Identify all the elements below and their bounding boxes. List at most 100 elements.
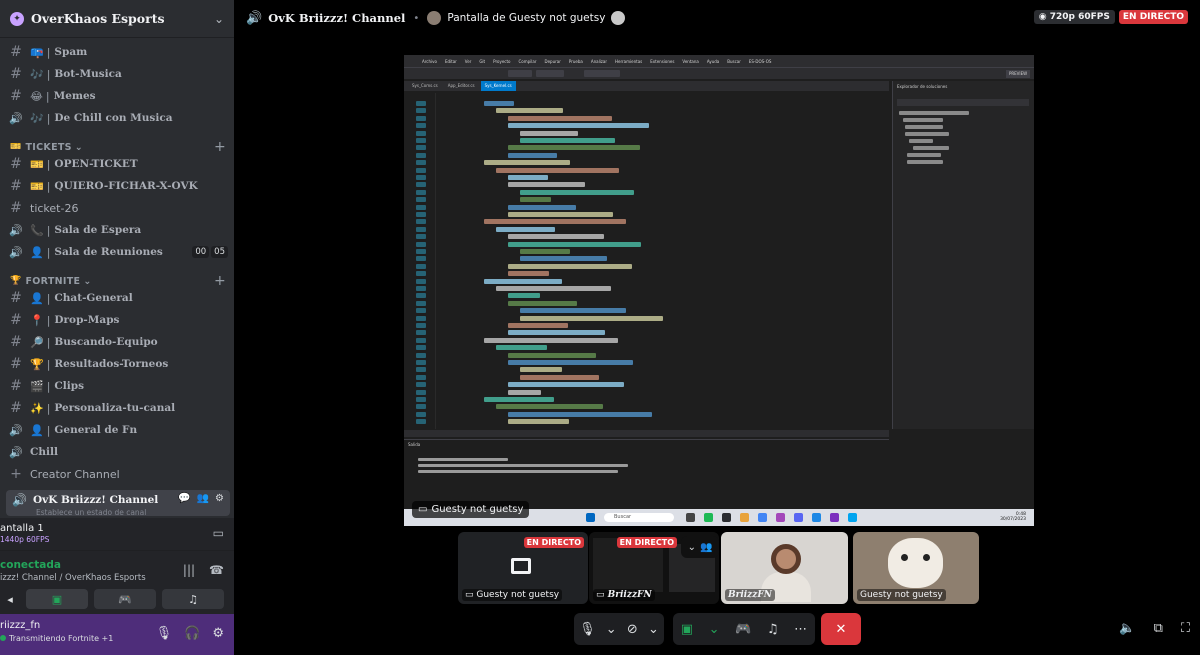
code-line bbox=[520, 308, 626, 314]
vs-menu-item: Proyecto bbox=[493, 58, 511, 64]
chevron-down-icon[interactable]: ⌄ bbox=[648, 622, 659, 637]
line-number bbox=[416, 263, 426, 269]
gear-icon[interactable]: ⚙ bbox=[215, 493, 224, 504]
soundboard-icon[interactable]: ♫ bbox=[767, 622, 779, 637]
solution-explorer: Explorador de soluciones bbox=[892, 81, 1034, 429]
channel-item[interactable]: # 🏆 | Resultados-Torneos bbox=[8, 354, 228, 374]
channel-item[interactable]: # 📍 | Drop-Maps bbox=[8, 310, 228, 330]
channel-item[interactable]: # ✨ | Personaliza-tu-canal bbox=[8, 398, 228, 418]
channel-item[interactable]: # 🔎 | Buscando-Equipo bbox=[8, 332, 228, 352]
fullscreen-icon[interactable]: ⛶ bbox=[1181, 621, 1190, 636]
chevron-down-icon[interactable]: ⌄ bbox=[688, 542, 696, 553]
plus-icon[interactable]: + bbox=[214, 139, 226, 155]
channel-status[interactable]: Establece un estado de canal bbox=[36, 508, 224, 517]
channel-item[interactable]: # 📪 | Spam bbox=[8, 42, 228, 62]
gear-icon[interactable]: ⚙ bbox=[212, 626, 224, 641]
line-number bbox=[416, 330, 426, 336]
share-screen-button[interactable]: ▣ bbox=[26, 589, 88, 609]
activity-icon[interactable]: 🎮 bbox=[735, 622, 751, 637]
channel-item[interactable]: 🔊 👤 | General de Fn bbox=[8, 420, 228, 440]
channel-emoji-icon: 😂 bbox=[30, 89, 43, 103]
channel-separator: | bbox=[46, 157, 51, 171]
channel-item[interactable]: 🔊 👤 | Sala de Reuniones 00 05 bbox=[8, 242, 228, 262]
server-header[interactable]: ✦ OverKhaos Esports ⌄ bbox=[0, 0, 234, 38]
line-number bbox=[416, 189, 426, 195]
plus-icon[interactable]: + bbox=[214, 273, 226, 289]
user-name[interactable]: riizzz_fn bbox=[0, 620, 40, 631]
line-number bbox=[416, 300, 426, 306]
more-icon[interactable]: ⋯ bbox=[794, 622, 807, 637]
line-number bbox=[416, 374, 426, 380]
stop-stream-icon[interactable]: ▭ bbox=[213, 526, 224, 540]
avatar-eye bbox=[923, 554, 930, 561]
code-line bbox=[496, 404, 603, 410]
channel-item[interactable]: # 🎬 | Clips bbox=[8, 376, 228, 396]
active-voice-channel[interactable]: 🔊 OvK Briizzz! Channel 💬 👥 ⚙ Establece un… bbox=[6, 490, 230, 517]
code-line bbox=[508, 330, 605, 336]
channel-item[interactable]: 🔊 Chill bbox=[8, 442, 228, 462]
category-label: TICKETS bbox=[25, 141, 72, 153]
chevron-down-icon[interactable]: ⌄ bbox=[606, 622, 617, 637]
channel-separator: | bbox=[46, 401, 51, 415]
add-member-icon[interactable]: 👥 bbox=[197, 493, 209, 504]
channel-emoji-icon: 🎬 bbox=[30, 379, 44, 393]
volume-icon[interactable]: 🔈 bbox=[1119, 621, 1135, 636]
speaker-icon: 🔊 bbox=[12, 493, 27, 507]
chevron-down-icon: ⌄ bbox=[213, 11, 224, 26]
microphone-icon[interactable]: 🎙 bbox=[156, 626, 173, 641]
popout-icon[interactable]: ⧉ bbox=[1154, 621, 1163, 636]
channel-label: Resultados-Torneos bbox=[54, 358, 169, 370]
channel-item[interactable]: # ticket-26 bbox=[8, 198, 228, 218]
tile-controls[interactable]: ⌄ 👥 bbox=[681, 536, 719, 558]
channel-item[interactable]: 🔊 📞 | Sala de Espera bbox=[8, 220, 228, 240]
end-stream-button[interactable]: ✕ bbox=[821, 613, 861, 645]
voice-connected-label[interactable]: conectada bbox=[0, 559, 61, 571]
participant-tile[interactable]: Guesty not guetsy bbox=[853, 532, 979, 604]
channel-item[interactable]: # 👤 | Chat-General bbox=[8, 288, 228, 308]
output-panel: Salida bbox=[404, 439, 889, 509]
channel-item[interactable]: + Creator Channel bbox=[8, 464, 228, 484]
channel-item[interactable]: # 🎫 | QUIERO-FICHAR-X-OVK bbox=[8, 176, 228, 196]
chevron-down-icon[interactable]: ⌄ bbox=[709, 622, 720, 637]
channel-separator: | bbox=[46, 335, 51, 349]
code-line bbox=[496, 345, 547, 351]
soundboard-button[interactable]: ♫ bbox=[162, 589, 224, 609]
share-activity-group: ▣ ⌄ 🎮 ♫ ⋯ bbox=[673, 613, 815, 645]
channel-item[interactable]: # 🎫 | OPEN-TICKET bbox=[8, 154, 228, 174]
headphones-icon[interactable]: 🎧 bbox=[184, 626, 200, 641]
users-icon[interactable]: 👥 bbox=[700, 542, 712, 553]
badge-value: 05 bbox=[211, 246, 228, 258]
channel-item[interactable]: # 🎶 | Bot-Musica bbox=[8, 64, 228, 84]
server-name: OverKhaos Esports bbox=[31, 11, 165, 26]
participant-tile[interactable]: EN DIRECTO ⌄ 👥 ▭ BriizzFN bbox=[589, 532, 719, 604]
tile-label: Guesty not guetsy bbox=[857, 589, 946, 601]
code-line bbox=[508, 411, 652, 417]
output-title: Salida bbox=[408, 442, 421, 447]
channel-separator: | bbox=[46, 45, 51, 59]
camera-off-icon[interactable]: ⊘ bbox=[627, 622, 638, 637]
participant-tile[interactable]: EN DIRECTO ▭ Guesty not guetsy bbox=[458, 532, 588, 604]
line-number bbox=[416, 160, 426, 166]
noise-suppression-icon[interactable]: ||| bbox=[183, 563, 195, 577]
active-channel-name: OvK Briizzz! Channel bbox=[32, 494, 159, 506]
category-label: FORTNITE bbox=[25, 275, 81, 287]
activity-button[interactable]: 🎮 bbox=[94, 589, 156, 609]
channel-separator: | bbox=[46, 245, 51, 259]
camera-button[interactable]: ◂ bbox=[0, 589, 20, 609]
quality-text: 720p 60FPS bbox=[1049, 12, 1110, 22]
code-line bbox=[508, 389, 541, 395]
hashtag-icon: # bbox=[10, 200, 22, 216]
online-status-icon bbox=[0, 635, 6, 641]
chat-icon[interactable]: 💬 bbox=[178, 493, 190, 504]
disconnect-icon[interactable]: ☎ bbox=[209, 563, 224, 577]
microphone-icon[interactable]: 🎙 bbox=[579, 622, 596, 637]
screen-icon: ▭ bbox=[418, 504, 428, 515]
code-line bbox=[484, 397, 554, 402]
channel-label: Creator Channel bbox=[30, 467, 120, 481]
share-screen-icon[interactable]: ▣ bbox=[681, 622, 693, 637]
channel-item[interactable]: # 😂 | Memes bbox=[8, 86, 228, 106]
participant-tile[interactable]: BriizzFN bbox=[721, 532, 848, 604]
discord-app: ✦ OverKhaos Esports ⌄ # 📪 | Spam # 🎶 | Bot-Musi… bbox=[0, 0, 1200, 655]
channel-item[interactable]: 🔊 🎶 | De Chill con Musica bbox=[8, 108, 228, 128]
main-stream-video[interactable]: Archivo Editar Ver Git Proyecto Compilar Depur… bbox=[404, 55, 1034, 526]
